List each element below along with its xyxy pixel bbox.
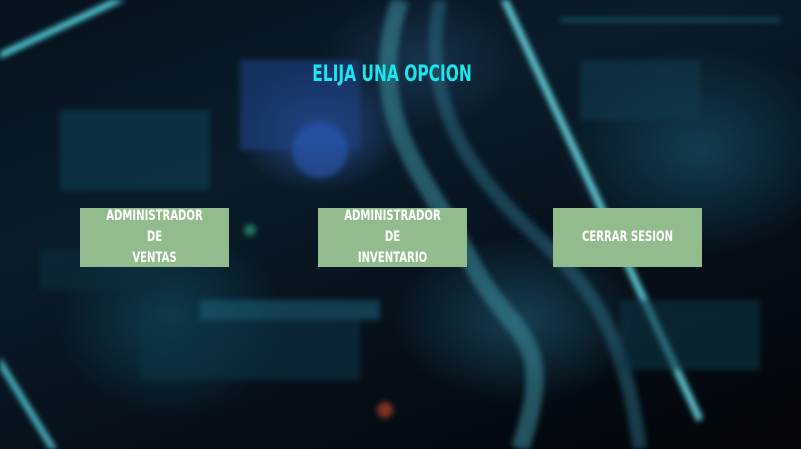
main-menu-screen: ELIJA UNA OPCION ADMINISTRADOR DE VENTAS… <box>0 0 801 449</box>
sales-admin-button[interactable]: ADMINISTRADOR DE VENTAS <box>80 208 229 267</box>
inventory-admin-button[interactable]: ADMINISTRADOR DE INVENTARIO <box>318 208 467 267</box>
sales-admin-button-label: ADMINISTRADOR DE VENTAS <box>106 208 203 266</box>
logout-button-label: CERRAR SESION <box>581 229 674 245</box>
inventory-admin-button-label: ADMINISTRADOR DE INVENTARIO <box>344 208 441 266</box>
logout-button[interactable]: CERRAR SESION <box>553 208 702 267</box>
page-title: ELIJA UNA OPCION <box>312 62 472 87</box>
